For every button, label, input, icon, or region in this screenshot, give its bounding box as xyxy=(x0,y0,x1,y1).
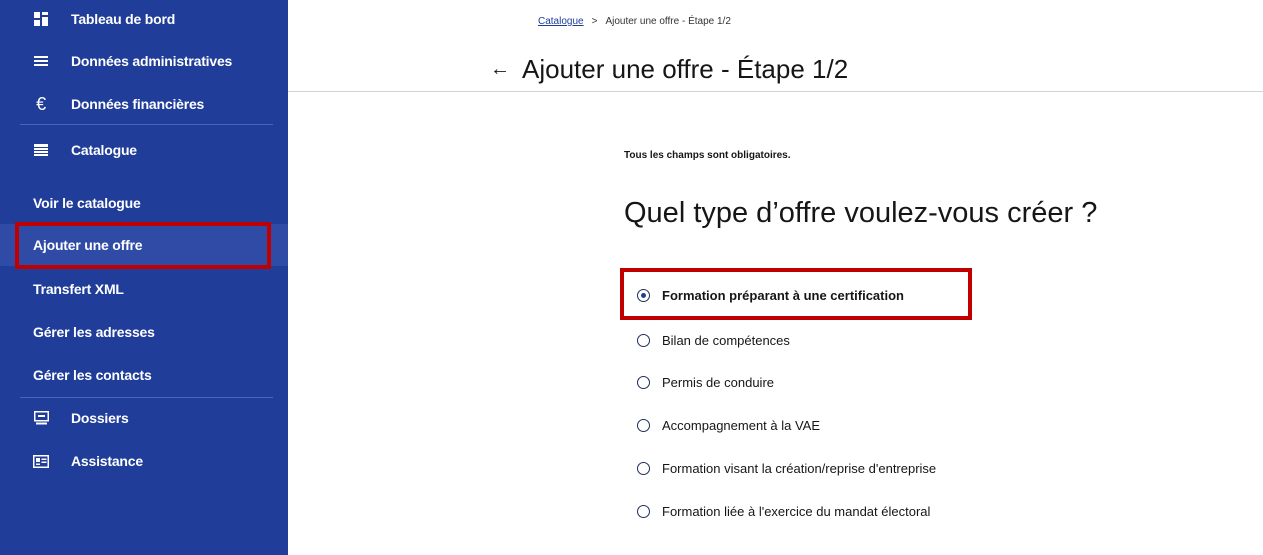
radio-option-business-creation[interactable]: Formation visant la création/reprise d'e… xyxy=(637,461,936,476)
sidebar-item-label: Données financières xyxy=(71,96,205,112)
radio-option-certification[interactable]: Formation préparant à une certification xyxy=(637,288,904,303)
sidebar-item-admin-data[interactable]: Données administratives xyxy=(0,50,288,72)
radio-label: Formation visant la création/reprise d'e… xyxy=(662,461,937,476)
sidebar-item-files[interactable]: Dossiers xyxy=(0,407,288,429)
sidebar-divider xyxy=(20,397,273,398)
sidebar-item-catalogue[interactable]: Catalogue xyxy=(0,139,288,161)
radio-unchecked-icon[interactable] xyxy=(637,376,650,389)
radio-label: Accompagnement à la VAE xyxy=(662,418,821,433)
sidebar-item-label: Assistance xyxy=(71,453,143,469)
radio-label: Bilan de compétences xyxy=(662,333,790,348)
sidebar-item-view-catalogue[interactable]: Voir le catalogue xyxy=(0,192,288,214)
page-title-container: ← Ajouter une offre - Étape 1/2 xyxy=(490,54,848,85)
sidebar-item-label: Voir le catalogue xyxy=(33,195,141,211)
page-title: Ajouter une offre - Étape 1/2 xyxy=(522,54,849,84)
sidebar-item-label: Catalogue xyxy=(71,142,137,158)
radio-option-vae-support[interactable]: Accompagnement à la VAE xyxy=(637,418,820,433)
breadcrumb: Catalogue > Ajouter une offre - Étape 1/2 xyxy=(538,16,731,27)
radio-label: Permis de conduire xyxy=(662,375,774,390)
sidebar-item-label: Ajouter une offre xyxy=(33,237,143,253)
euro-icon: € xyxy=(36,93,46,114)
breadcrumb-separator: > xyxy=(591,16,598,27)
radio-option-electoral-mandate[interactable]: Formation liée à l'exercice du mandat él… xyxy=(637,504,930,519)
radio-label: Formation préparant à une certification xyxy=(662,288,904,303)
sidebar-item-manage-addresses[interactable]: Gérer les adresses xyxy=(0,321,288,343)
sidebar-item-label: Gérer les adresses xyxy=(33,324,155,340)
support-icon xyxy=(33,453,49,469)
offer-type-question: Quel type d’offre voulez-vous créer ? xyxy=(624,197,1098,229)
sidebar-item-label: Tableau de bord xyxy=(71,11,176,27)
radio-label: Formation liée à l'exercice du mandat él… xyxy=(662,504,931,519)
radio-option-skills-assessment[interactable]: Bilan de compétences xyxy=(637,333,790,348)
radio-checked-icon[interactable] xyxy=(637,289,650,302)
sidebar-item-manage-contacts[interactable]: Gérer les contacts xyxy=(0,364,288,386)
folder-icon xyxy=(33,410,49,426)
radio-unchecked-icon[interactable] xyxy=(637,462,650,475)
sidebar-item-dashboard[interactable]: Tableau de bord xyxy=(0,8,288,30)
header-divider xyxy=(288,91,1263,92)
dashboard-icon xyxy=(33,11,49,27)
radio-unchecked-icon[interactable] xyxy=(637,334,650,347)
sidebar: Tableau de bord Données administratives … xyxy=(0,0,288,555)
radio-option-driving-license[interactable]: Permis de conduire xyxy=(637,375,774,390)
radio-unchecked-icon[interactable] xyxy=(637,505,650,518)
sidebar-item-label: Gérer les contacts xyxy=(33,367,152,383)
sidebar-item-support[interactable]: Assistance xyxy=(0,450,288,472)
breadcrumb-current: Ajouter une offre - Étape 1/2 xyxy=(605,16,731,27)
sidebar-item-label: Dossiers xyxy=(71,410,129,426)
sidebar-divider xyxy=(20,124,273,125)
sidebar-item-label: Données administratives xyxy=(71,53,233,69)
radio-unchecked-icon[interactable] xyxy=(637,419,650,432)
catalog-icon xyxy=(33,142,49,158)
sidebar-item-financial-data[interactable]: € Données financières xyxy=(0,93,288,115)
sidebar-item-add-offer[interactable]: Ajouter une offre xyxy=(0,224,288,266)
required-fields-note: Tous les champs sont obligatoires. xyxy=(624,150,791,161)
sidebar-item-xml-transfer[interactable]: Transfert XML xyxy=(0,278,288,300)
back-arrow-icon[interactable]: ← xyxy=(490,58,510,81)
list-icon xyxy=(33,53,49,69)
sidebar-item-label: Transfert XML xyxy=(33,281,124,297)
breadcrumb-link-catalogue[interactable]: Catalogue xyxy=(538,16,584,27)
